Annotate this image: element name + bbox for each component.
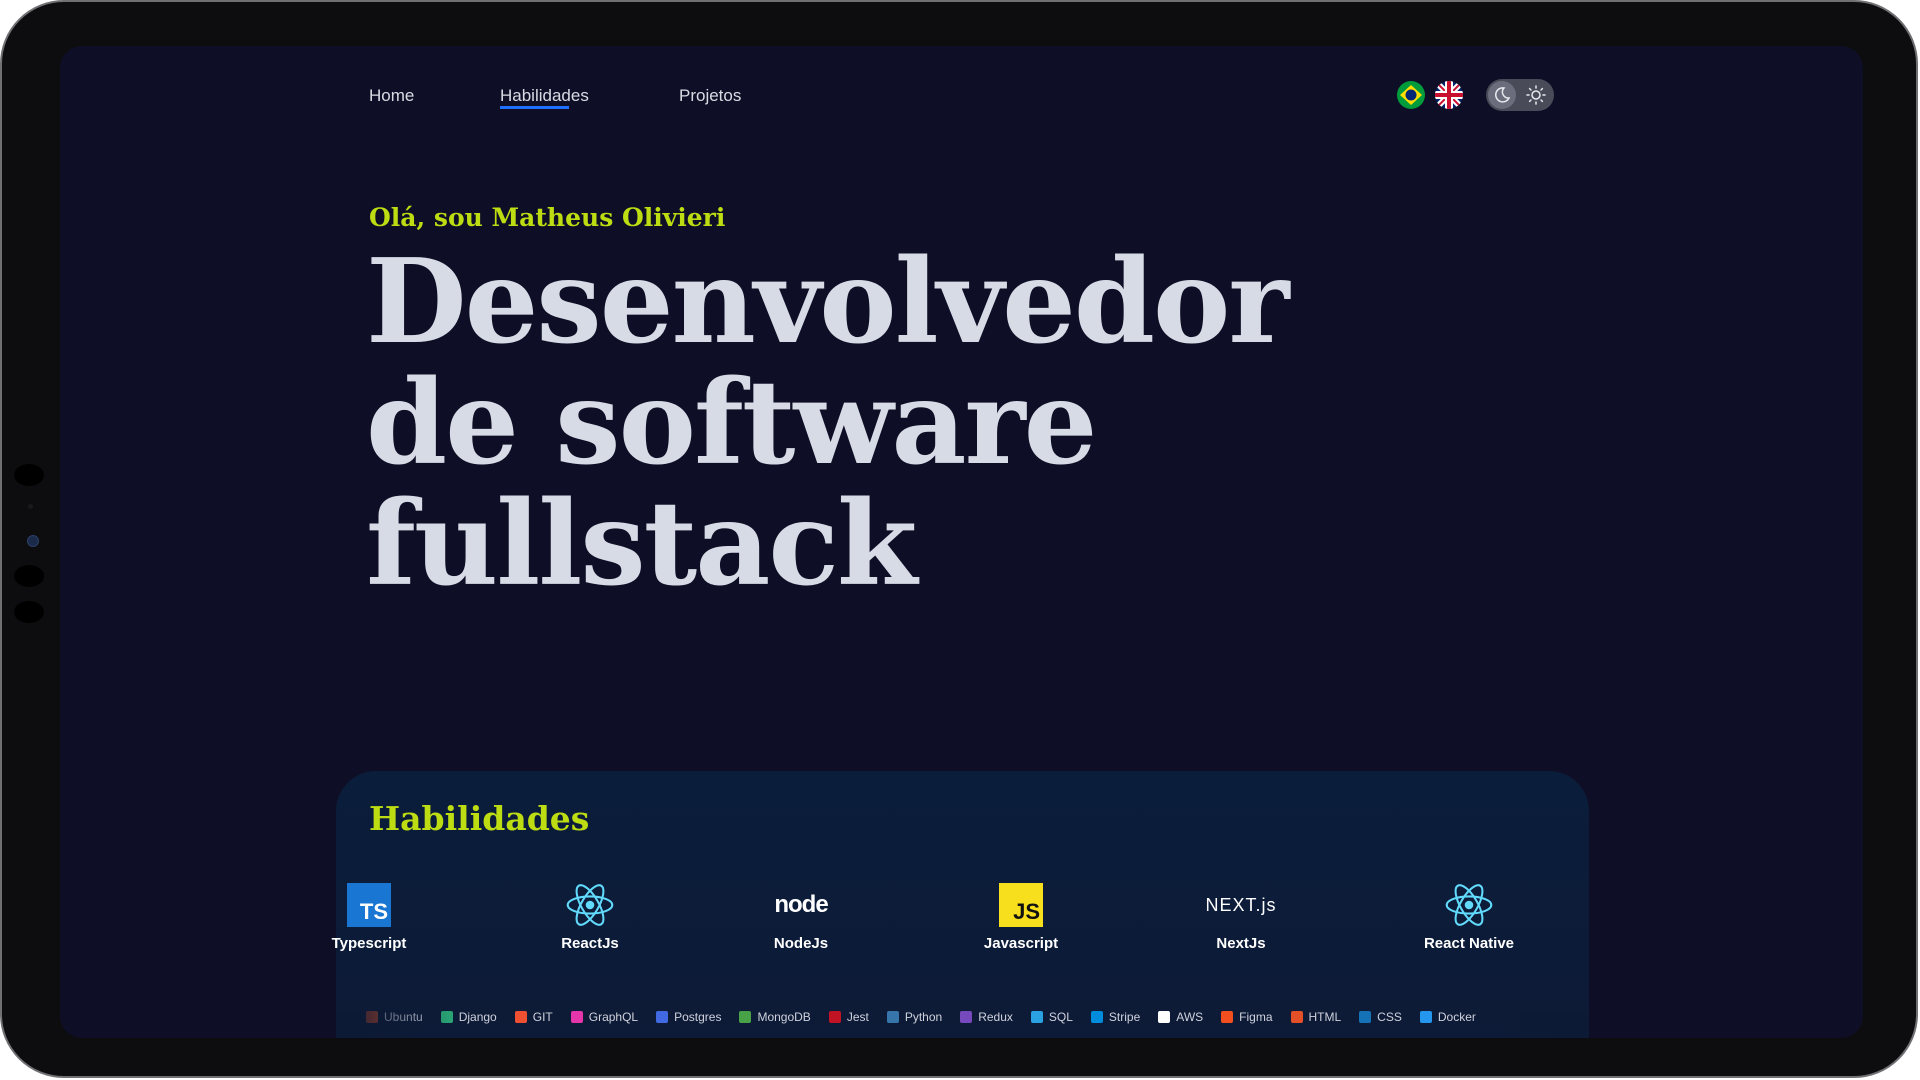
css-icon [1359,1011,1372,1023]
sun-icon [1526,85,1546,105]
marquee-item-graphql: GraphQL [570,1010,639,1024]
marquee-label: Stripe [1108,1010,1141,1024]
typescript-icon: TS [345,881,393,929]
skills-section: Habilidades TS Typescript ReactJs node N… [332,771,1589,1038]
side-button-mid [14,565,44,587]
marquee-item-postgres: Postgres [656,1010,721,1024]
nav-projetos[interactable]: Projetos [679,86,741,106]
top-navigation: Home Habilidades Projetos [60,46,1863,146]
marquee-item-mongodb: MongoDB [739,1010,811,1024]
marquee-item-jest: Jest [828,1010,869,1024]
git-icon [514,1011,527,1023]
html-icon [1290,1011,1303,1023]
nextjs-icon: NEXT.js [1205,894,1277,915]
skill-react-native: React Native [1399,881,1539,952]
uk-flag-icon[interactable] [1435,81,1463,109]
javascript-icon: JS [997,881,1045,929]
marquee-item-python: Python [886,1010,943,1024]
hero-headline: Desenvolvedor de software fullstack [366,234,1289,612]
headline-line-2: de software [366,355,1097,491]
marquee-item-redux: Redux [960,1010,1013,1024]
mongodb-icon [739,1011,752,1023]
marquee-label: Redux [978,1010,1013,1024]
tech-marquee: UbuntuDjangoGITGraphQLPostgresMongoDBJes… [336,1010,1589,1038]
marquee-label: Figma [1239,1010,1273,1024]
postgres-icon [656,1011,669,1023]
skill-javascript: JS Javascript [951,881,1091,952]
camera-lens [27,535,39,547]
skill-label: Typescript [331,935,407,952]
jest-icon [828,1011,841,1023]
redux-icon [960,1011,973,1023]
react-native-icon [1445,881,1493,929]
marquee-item-css: CSS [1359,1010,1402,1024]
marquee-label: Django [458,1010,497,1024]
marquee-item-figma: Figma [1221,1010,1273,1024]
marquee-label: Postgres [674,1010,722,1024]
nav-habilidades[interactable]: Habilidades [500,86,589,109]
pt-br-flag-icon[interactable] [1397,81,1425,109]
skill-reactjs: ReactJs [520,881,660,952]
marquee-item-stripe: Stripe [1090,1010,1141,1024]
skill-label: Javascript [983,935,1059,952]
screen: Home Habilidades Projetos Olá, sou Mathe… [60,46,1863,1038]
graphql-icon [570,1011,583,1023]
marquee-label: AWS [1176,1010,1204,1024]
skill-nodejs: node NodeJs [731,881,871,952]
hero-greeting: Olá, sou Matheus Olivieri [369,203,726,232]
skill-label: NextJs [1216,935,1266,952]
python-icon [886,1011,899,1023]
skill-nextjs: NEXT.js NextJs [1171,881,1311,953]
docker-icon [1419,1011,1432,1023]
react-icon [566,881,614,929]
marquee-label: GraphQL [588,1010,639,1024]
marquee-fade-left [336,1010,456,1038]
marquee-label: GIT [532,1010,553,1024]
skill-typescript: TS Typescript [299,881,439,952]
marquee-label: CSS [1377,1010,1402,1024]
moon-icon [1494,87,1511,103]
marquee-item-sql: SQL [1030,1010,1073,1024]
marquee-item-html: HTML [1290,1010,1342,1024]
marquee-item-aws: AWS [1158,1010,1203,1024]
aws-icon [1158,1011,1171,1023]
marquee-label: Jest [846,1010,869,1024]
sensor-dot [28,504,33,509]
marquee-item-docker: Docker [1419,1010,1476,1024]
side-button-bottom [14,601,44,623]
nodejs-icon: node [774,891,828,918]
theme-toggle[interactable] [1486,79,1554,111]
skill-label: React Native [1423,935,1515,952]
marquee-item-git: GIT [514,1010,553,1024]
headline-line-3: fullstack [366,476,917,612]
marquee-label: SQL [1048,1010,1073,1024]
skills-title: Habilidades [369,799,590,838]
marquee-fade-right [1469,1010,1589,1038]
sql-icon [1030,1011,1043,1023]
headline-line-1: Desenvolvedor [366,234,1289,370]
marquee-track: UbuntuDjangoGITGraphQLPostgresMongoDBJes… [366,1010,1494,1024]
marquee-label: Python [904,1010,943,1024]
marquee-label: MongoDB [757,1010,811,1024]
skill-label: ReactJs [561,935,619,952]
side-button-top [14,464,44,486]
figma-icon [1221,1011,1234,1023]
stripe-icon [1090,1011,1103,1023]
tablet-frame: Home Habilidades Projetos Olá, sou Mathe… [0,0,1918,1078]
nav-home[interactable]: Home [369,86,414,106]
marquee-label: HTML [1308,1010,1342,1024]
skill-label: NodeJs [773,935,829,952]
